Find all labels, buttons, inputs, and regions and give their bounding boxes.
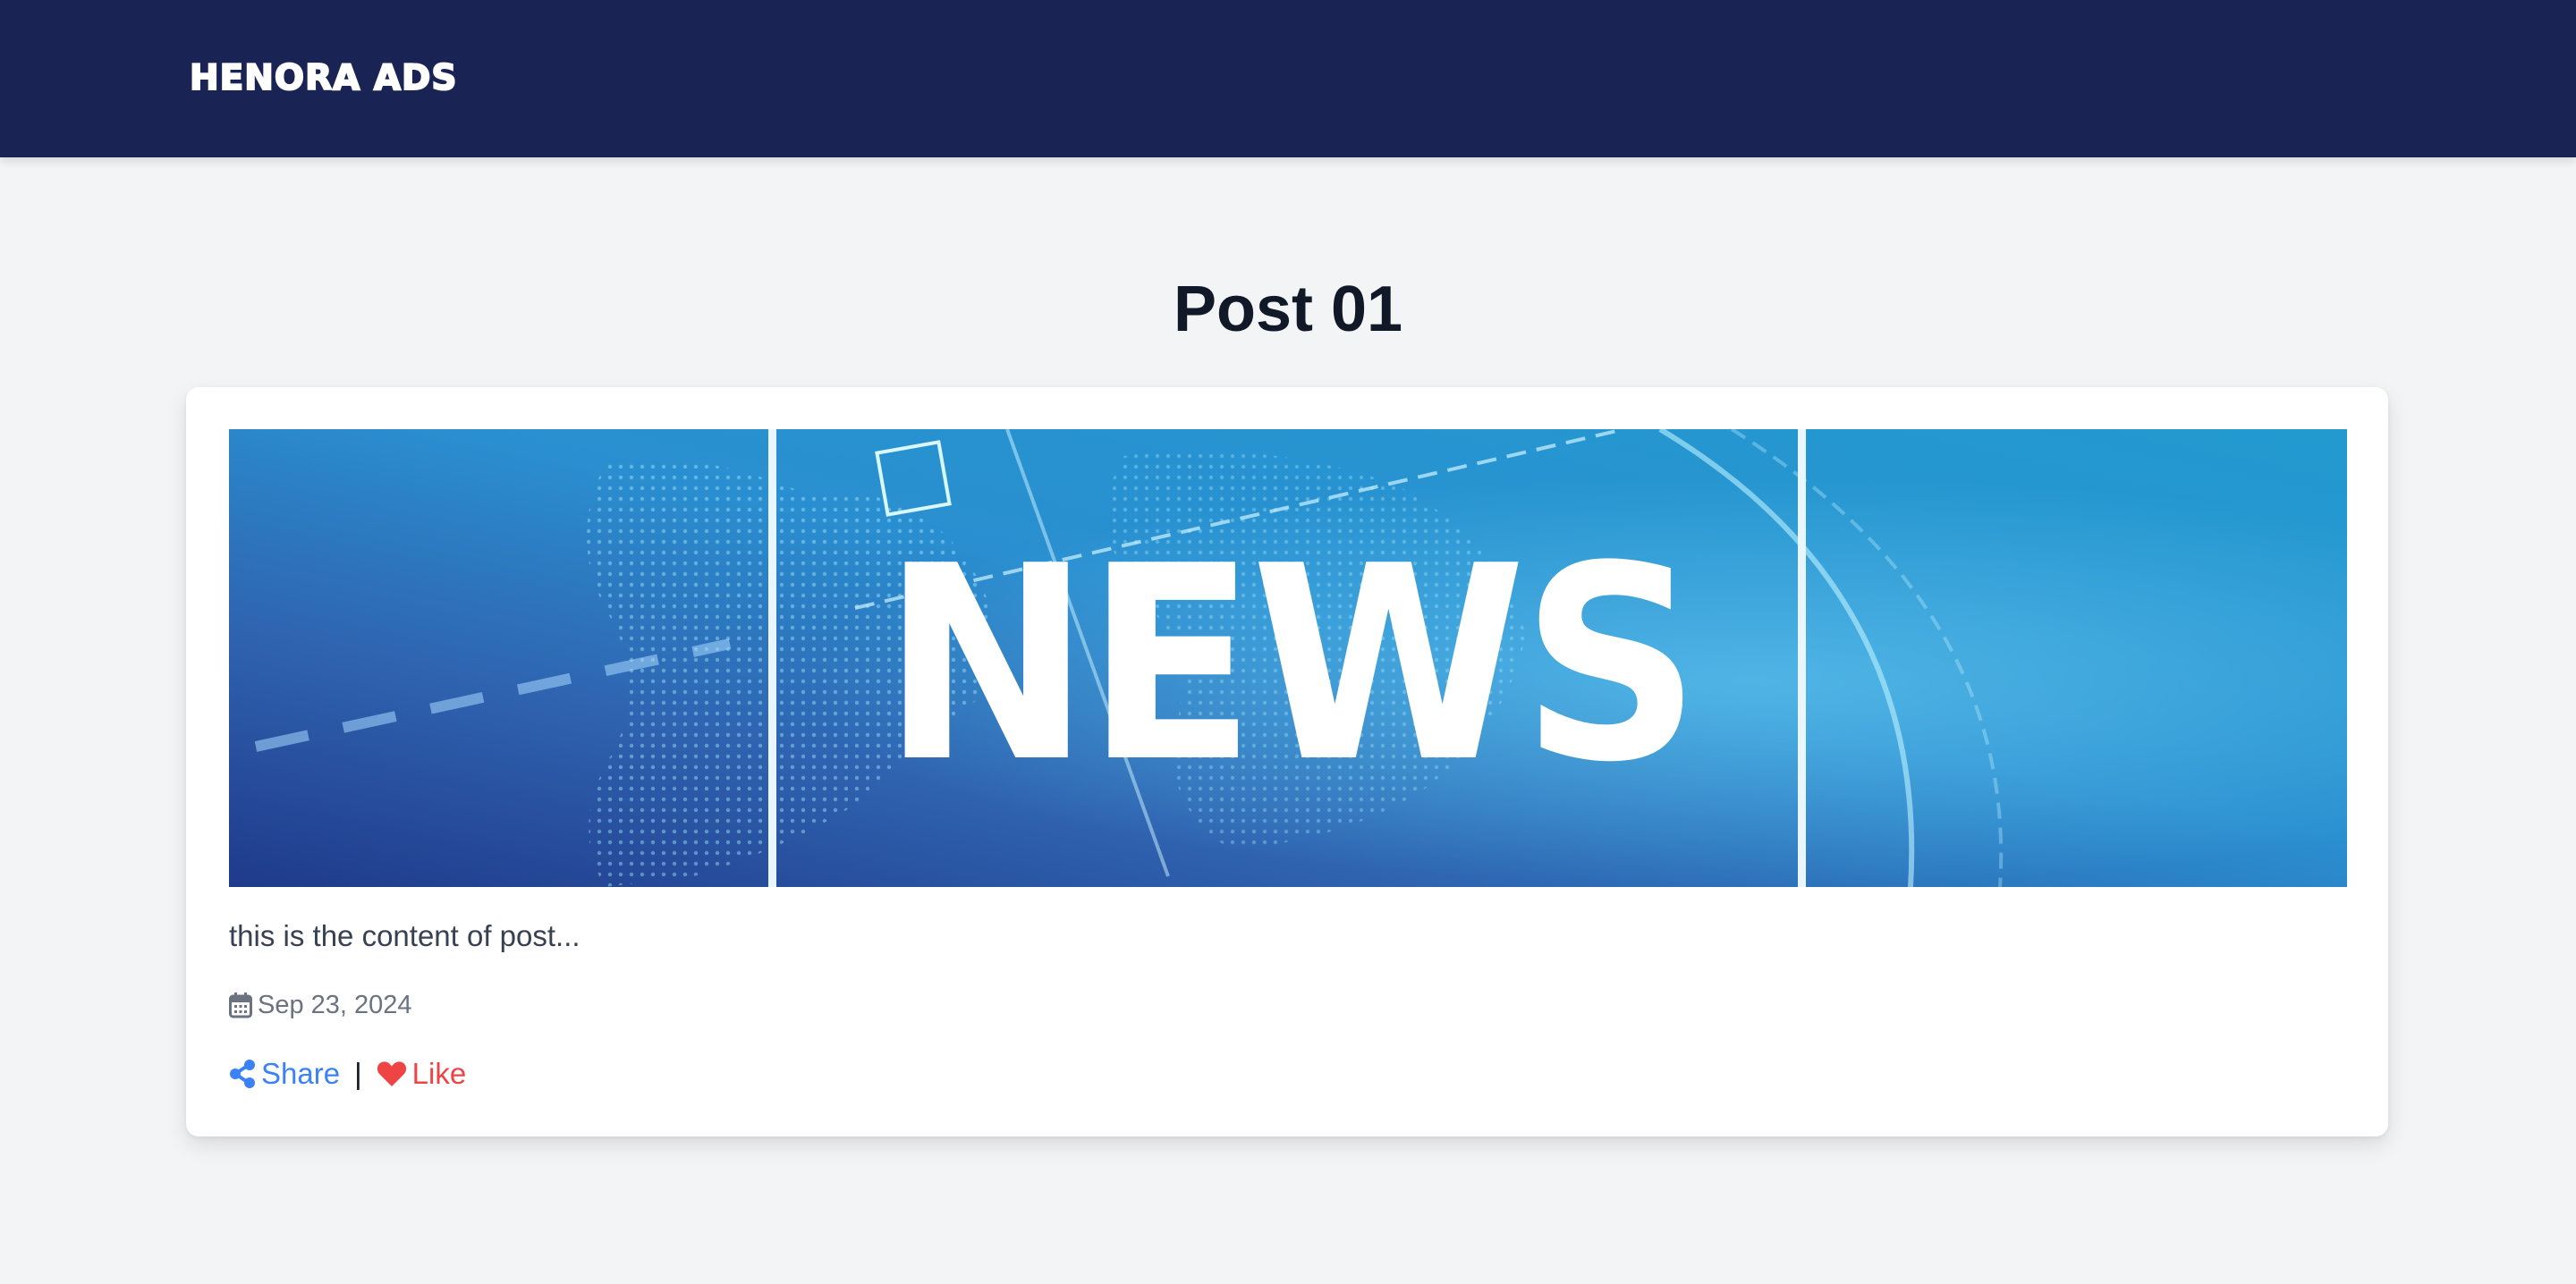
like-button[interactable]: Like (377, 1057, 467, 1091)
share-icon (229, 1060, 256, 1088)
share-label: Share (261, 1057, 341, 1090)
post-image-headline: NEWS (882, 509, 1696, 821)
page-title: Post 01 (1173, 274, 1403, 345)
heart-icon (377, 1060, 407, 1087)
share-button[interactable]: Share (229, 1057, 340, 1091)
like-label: Like (411, 1057, 467, 1090)
post-date-text: Sep 23, 2024 (258, 990, 412, 1019)
post-date: Sep 23, 2024 (229, 987, 412, 1023)
post-actions: Share | Like (229, 1052, 466, 1095)
calendar-icon (229, 992, 252, 1018)
post-image: NEWS (229, 429, 2347, 887)
post-card: NEWS this is the content of post... Sep … (186, 387, 2388, 1136)
action-separator: | (354, 1057, 362, 1090)
brand-logo[interactable]: HENORA ADS (189, 57, 458, 100)
top-navbar: HENORA ADS (0, 0, 2576, 157)
post-content: this is the content of post... (229, 919, 580, 952)
